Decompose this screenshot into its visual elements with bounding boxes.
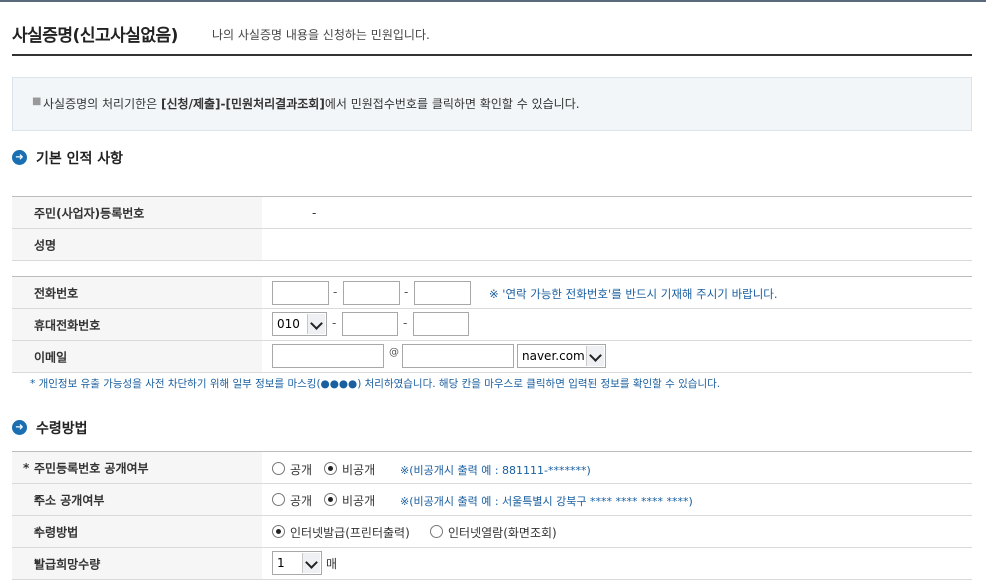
page-header: 사실증명(신고사실없음) 나의 사실증명 내용을 신청하는 민원입니다. <box>12 18 972 56</box>
phone-hint: ※ '연락 가능한 전화번호'를 반드시 기재해 주시기 바랍니다. <box>489 287 778 301</box>
addr-private-radio[interactable] <box>324 493 337 506</box>
phone-part1-input[interactable] <box>272 281 329 305</box>
section-title: 기본 인적 사항 <box>36 151 124 167</box>
phone-label: 전화번호 <box>34 286 79 300</box>
phone-part2-input[interactable] <box>343 281 400 305</box>
mobile-prefix-value: 010 <box>277 317 300 331</box>
email-at-sign: @ <box>389 347 399 358</box>
method-view-radio[interactable] <box>430 525 443 538</box>
row-method: * 수령방법 인터넷발급(프린터출력) 인터넷열람(화면조회) <box>12 516 972 548</box>
privacy-note: * 개인정보 유출 가능성을 사전 차단하기 위해 일부 정보를 마스킹(●●●… <box>30 378 721 390</box>
rrn-disclose-label: 주민등록번호 공개여부 <box>34 461 149 475</box>
rrn-public-radio[interactable] <box>272 462 285 475</box>
method-label: 수령방법 <box>34 525 79 539</box>
name-label: 성명 <box>34 238 57 252</box>
arrow-circle-icon: ➜ <box>12 150 27 165</box>
notice-text: 사실증명의 처리기한은 [신청/제출]-[민원처리결과조회]에서 민원접수번호를… <box>43 95 580 112</box>
addr-private-label[interactable]: 비공개 <box>342 492 375 509</box>
rrn-label: 주민(사업자)등록번호 <box>34 206 145 220</box>
email-domain-select[interactable]: naver.com <box>517 344 606 368</box>
phone-dash-1: - <box>333 285 338 299</box>
page-subtitle: 나의 사실증명 내용을 신청하는 민원입니다. <box>212 28 430 42</box>
method-print-label[interactable]: 인터넷발급(프린터출력) <box>290 524 410 541</box>
notice-text-prefix: 사실증명의 처리기한은 <box>43 97 162 111</box>
arrow-circle-icon: ➜ <box>12 420 27 435</box>
mobile-part2-input[interactable] <box>342 312 398 336</box>
mobile-label: 휴대전화번호 <box>34 318 101 332</box>
email-id-input[interactable] <box>272 344 384 368</box>
mobile-part3-input[interactable] <box>413 312 469 336</box>
rrn-example-hint: ※(비공개시 출력 예 : 881111-*******) <box>400 464 591 477</box>
required-mark: * <box>23 460 30 475</box>
row-mobile: 휴대전화번호 010 - - <box>12 309 972 341</box>
email-domain-value: naver.com <box>522 349 585 363</box>
row-phone: 전화번호 - - ※ '연락 가능한 전화번호'를 반드시 기재해 주시기 바랍… <box>12 276 972 309</box>
rrn-value: - <box>312 206 317 220</box>
row-addr-disclose: * 주소 공개여부 공개 비공개 ※(비공개시 출력 예 : 서울특별시 강북구… <box>12 484 972 516</box>
row-rrn-disclose: * 주민등록번호 공개여부 공개 비공개 ※(비공개시 출력 예 : 88111… <box>12 451 972 484</box>
section-title: 수령방법 <box>36 421 88 437</box>
chevron-down-icon <box>307 314 325 334</box>
mobile-prefix-select[interactable]: 010 <box>272 312 327 336</box>
phone-dash-2: - <box>404 285 409 299</box>
qty-label: 발급희망수량 <box>34 557 101 571</box>
mobile-dash-2: - <box>403 316 408 330</box>
chevron-down-icon <box>586 346 604 366</box>
row-name: 성명 <box>12 229 972 261</box>
rrn-private-radio[interactable] <box>324 462 337 475</box>
addr-public-label[interactable]: 공개 <box>290 492 312 509</box>
page-title: 사실증명(신고사실없음) <box>12 26 178 46</box>
addr-disclose-label: 주소 공개여부 <box>34 493 105 507</box>
notice-text-bold: [신청/제출]-[민원처리결과조회] <box>161 97 325 111</box>
qty-unit: 매 <box>326 557 338 571</box>
top-accent-line <box>0 0 986 2</box>
notice-text-suffix: 에서 민원접수번호를 클릭하면 확인할 수 있습니다. <box>324 97 580 111</box>
rrn-public-label[interactable]: 공개 <box>290 461 312 478</box>
qty-value: 1 <box>277 556 285 570</box>
notice-box: ■ 사실증명의 처리기한은 [신청/제출]-[민원처리결과조회]에서 민원접수번… <box>12 77 972 131</box>
row-rrn: 주민(사업자)등록번호 - <box>12 196 972 229</box>
rrn-private-label[interactable]: 비공개 <box>342 461 375 478</box>
phone-part3-input[interactable] <box>414 281 471 305</box>
mobile-dash-1: - <box>332 316 337 330</box>
email-label: 이메일 <box>34 350 68 364</box>
addr-example-hint: ※(비공개시 출력 예 : 서울특별시 강북구 **** **** **** *… <box>400 495 693 508</box>
qty-select[interactable]: 1 <box>272 551 322 575</box>
addr-public-radio[interactable] <box>272 493 285 506</box>
method-print-radio[interactable] <box>272 525 285 538</box>
method-view-label[interactable]: 인터넷열람(화면조회) <box>448 524 557 541</box>
email-domain-input[interactable] <box>402 344 514 368</box>
row-email: 이메일 @ naver.com <box>12 341 972 373</box>
chevron-down-icon <box>302 553 320 573</box>
row-quantity: * 발급희망수량 1 매 <box>12 548 972 580</box>
bullet-icon: ■ <box>32 96 42 107</box>
